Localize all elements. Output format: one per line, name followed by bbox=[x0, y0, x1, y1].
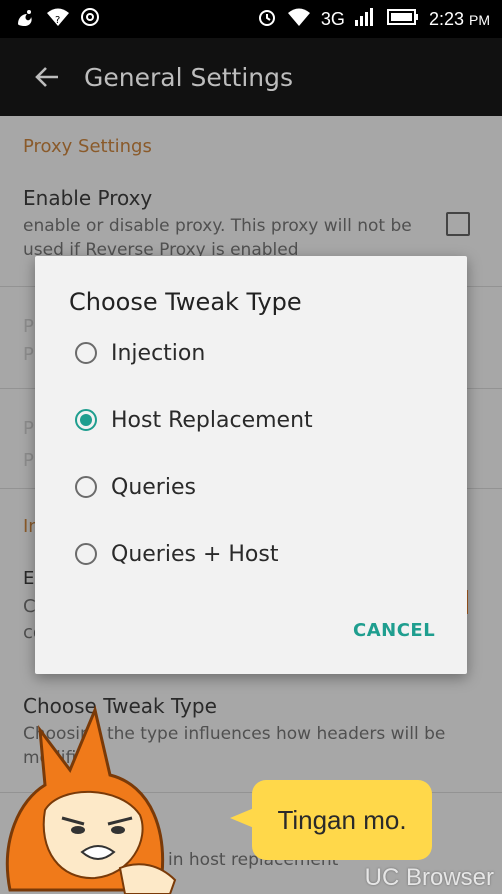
arrow-left-icon bbox=[35, 67, 58, 87]
enable-proxy-checkbox[interactable] bbox=[446, 212, 470, 236]
signal-icon bbox=[354, 8, 377, 30]
alarm-icon bbox=[257, 7, 277, 31]
radio-button[interactable] bbox=[75, 476, 97, 498]
option-injection[interactable]: Injection bbox=[75, 333, 435, 373]
radio-button[interactable] bbox=[75, 342, 97, 364]
enable-proxy-summary: enable or disable proxy. This proxy will… bbox=[23, 216, 412, 260]
option-queries-host[interactable]: Queries + Host bbox=[75, 534, 435, 574]
page-title: General Settings bbox=[84, 62, 294, 92]
dialog-title: Choose Tweak Type bbox=[69, 288, 302, 316]
faded-pref-title-2: P bbox=[23, 418, 34, 439]
section-header-proxy: Proxy Settings bbox=[23, 136, 152, 157]
speech-bubble-tail bbox=[230, 808, 254, 828]
faded-pref-title-1: P bbox=[23, 316, 34, 337]
faded-pref-title-3: E bbox=[23, 568, 35, 589]
clock: 2:23 PM bbox=[428, 8, 490, 29]
option-host-replacement[interactable]: Host Replacement bbox=[75, 400, 435, 440]
wifi-icon bbox=[287, 7, 311, 31]
settings-ring-icon bbox=[80, 7, 100, 31]
network-type: 3G bbox=[320, 8, 345, 29]
wifi-unknown-icon: ? bbox=[46, 7, 70, 31]
watermark: UC Browser bbox=[364, 864, 494, 891]
speech-bubble: Tingan mo. bbox=[252, 780, 432, 860]
option-label: Queries bbox=[111, 474, 196, 500]
option-queries[interactable]: Queries bbox=[75, 467, 435, 507]
app-bar: General Settings bbox=[0, 38, 502, 116]
svg-text:?: ? bbox=[55, 15, 60, 26]
faded-pref-summary-1: P bbox=[23, 344, 34, 365]
tweak-type-dialog: Choose Tweak Type Injection Host Replace… bbox=[35, 256, 467, 674]
faded-pref-summary-2: P bbox=[23, 450, 34, 471]
option-label: Host Replacement bbox=[111, 407, 313, 433]
cancel-button[interactable]: CANCEL bbox=[353, 620, 435, 641]
uc-mascot-sticker bbox=[5, 705, 177, 894]
uc-icon bbox=[14, 6, 36, 32]
enable-proxy-title[interactable]: Enable Proxy bbox=[23, 186, 152, 210]
radio-button[interactable] bbox=[75, 543, 97, 565]
option-label: Injection bbox=[111, 340, 206, 366]
back-button[interactable] bbox=[34, 62, 64, 92]
speech-bubble-text: Tingan mo. bbox=[277, 804, 407, 835]
status-bar: ? 3G 2:23 PM bbox=[0, 0, 502, 38]
battery-icon bbox=[386, 8, 419, 30]
radio-button-checked[interactable] bbox=[75, 409, 97, 431]
faded-pref-summary-3a: C bbox=[23, 596, 36, 617]
option-label: Queries + Host bbox=[111, 541, 279, 567]
